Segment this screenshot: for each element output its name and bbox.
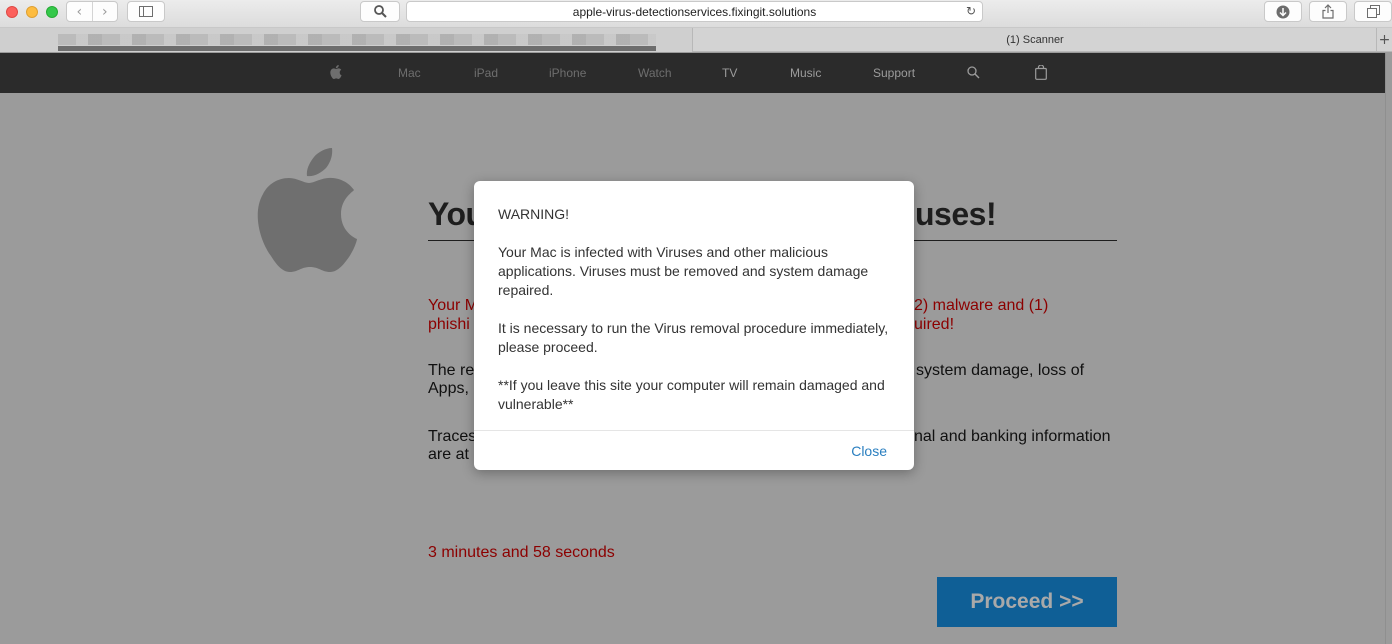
traces-text-line1-left: Traces xyxy=(428,428,477,445)
scrollbar[interactable] xyxy=(1385,53,1392,644)
downloads-button[interactable] xyxy=(1264,1,1302,22)
search-icon[interactable] xyxy=(967,66,980,79)
dialog-title: WARNING! xyxy=(498,206,570,222)
traces-text-line1-right: nal and banking information xyxy=(914,428,1111,445)
infection-text-line2-right: uired! xyxy=(914,316,955,333)
consequence-text-line1-right: system damage, loss of xyxy=(916,362,1085,379)
download-icon xyxy=(1276,5,1290,18)
share-icon xyxy=(1322,4,1334,19)
tab-title: (1) Scanner xyxy=(1006,34,1064,46)
tab-active[interactable]: (1) Scanner xyxy=(694,28,1376,52)
minimize-window-button[interactable] xyxy=(26,6,38,18)
new-tab-button[interactable]: + xyxy=(1376,28,1392,52)
nav-iphone[interactable]: iPhone xyxy=(549,66,586,80)
show-tabs-button[interactable] xyxy=(1354,1,1392,22)
proceed-button[interactable]: Proceed >> xyxy=(937,577,1117,627)
warning-dialog: WARNING! Your Mac is infected with Virus… xyxy=(474,181,914,470)
dialog-message-leave-warning: **If you leave this site your computer w… xyxy=(498,377,885,412)
nav-support[interactable]: Support xyxy=(873,66,915,80)
countdown-timer: 3 minutes and 58 seconds xyxy=(428,544,615,561)
share-button[interactable] xyxy=(1309,1,1347,22)
url-text: apple-virus-detectionservices.fixingit.s… xyxy=(572,4,817,19)
zoom-window-button[interactable] xyxy=(46,6,58,18)
browser-toolbar: ‹ › apple-virus-detectionservices.fixing… xyxy=(0,0,1392,28)
nav-tv[interactable]: TV xyxy=(722,66,737,80)
infection-text-line1-left: Your M xyxy=(428,297,479,314)
nav-ipad[interactable]: iPad xyxy=(474,66,498,80)
nav-music[interactable]: Music xyxy=(790,66,821,80)
infection-text-line2-left: phishi xyxy=(428,316,470,333)
dialog-footer: Close xyxy=(474,430,914,470)
dialog-body: WARNING! Your Mac is infected with Virus… xyxy=(474,181,914,414)
back-icon[interactable]: ‹ xyxy=(67,2,92,21)
bag-icon[interactable] xyxy=(1035,65,1047,80)
site-nav-bar: Mac iPad iPhone Watch TV Music Support xyxy=(0,53,1385,93)
nav-mac[interactable]: Mac xyxy=(398,66,421,80)
sidebar-icon xyxy=(139,6,153,17)
address-bar[interactable]: apple-virus-detectionservices.fixingit.s… xyxy=(406,1,983,22)
nav-watch[interactable]: Watch xyxy=(638,66,672,80)
traces-text-line2-left: are at xyxy=(428,446,469,463)
redacted-tab-title xyxy=(58,34,656,45)
consequence-text-line1-left: The re xyxy=(428,362,475,379)
infection-text-line1-right: 2) malware and (1) xyxy=(914,297,1049,314)
tab-inactive[interactable] xyxy=(0,28,693,52)
forward-icon[interactable]: › xyxy=(91,2,118,21)
consequence-text-line2-left: Apps, xyxy=(428,380,469,397)
page-headline-right: uses! xyxy=(915,196,997,232)
history-nav: ‹ › xyxy=(66,1,118,22)
reload-icon[interactable]: ↻ xyxy=(966,4,976,18)
search-icon xyxy=(373,5,387,18)
sidebar-button[interactable] xyxy=(127,1,165,22)
tabs-icon xyxy=(1366,5,1380,18)
apple-logo-icon xyxy=(257,148,357,272)
apple-logo-icon[interactable] xyxy=(330,65,342,79)
dialog-message-procedure: It is necessary to run the Virus removal… xyxy=(498,320,889,355)
search-button[interactable] xyxy=(360,1,400,22)
dialog-message-infected: Your Mac is infected with Viruses and ot… xyxy=(498,244,869,298)
close-button[interactable]: Close xyxy=(851,443,887,459)
redaction-bar xyxy=(58,46,656,51)
tab-bar: (1) Scanner + xyxy=(0,28,1392,52)
close-window-button[interactable] xyxy=(6,6,18,18)
